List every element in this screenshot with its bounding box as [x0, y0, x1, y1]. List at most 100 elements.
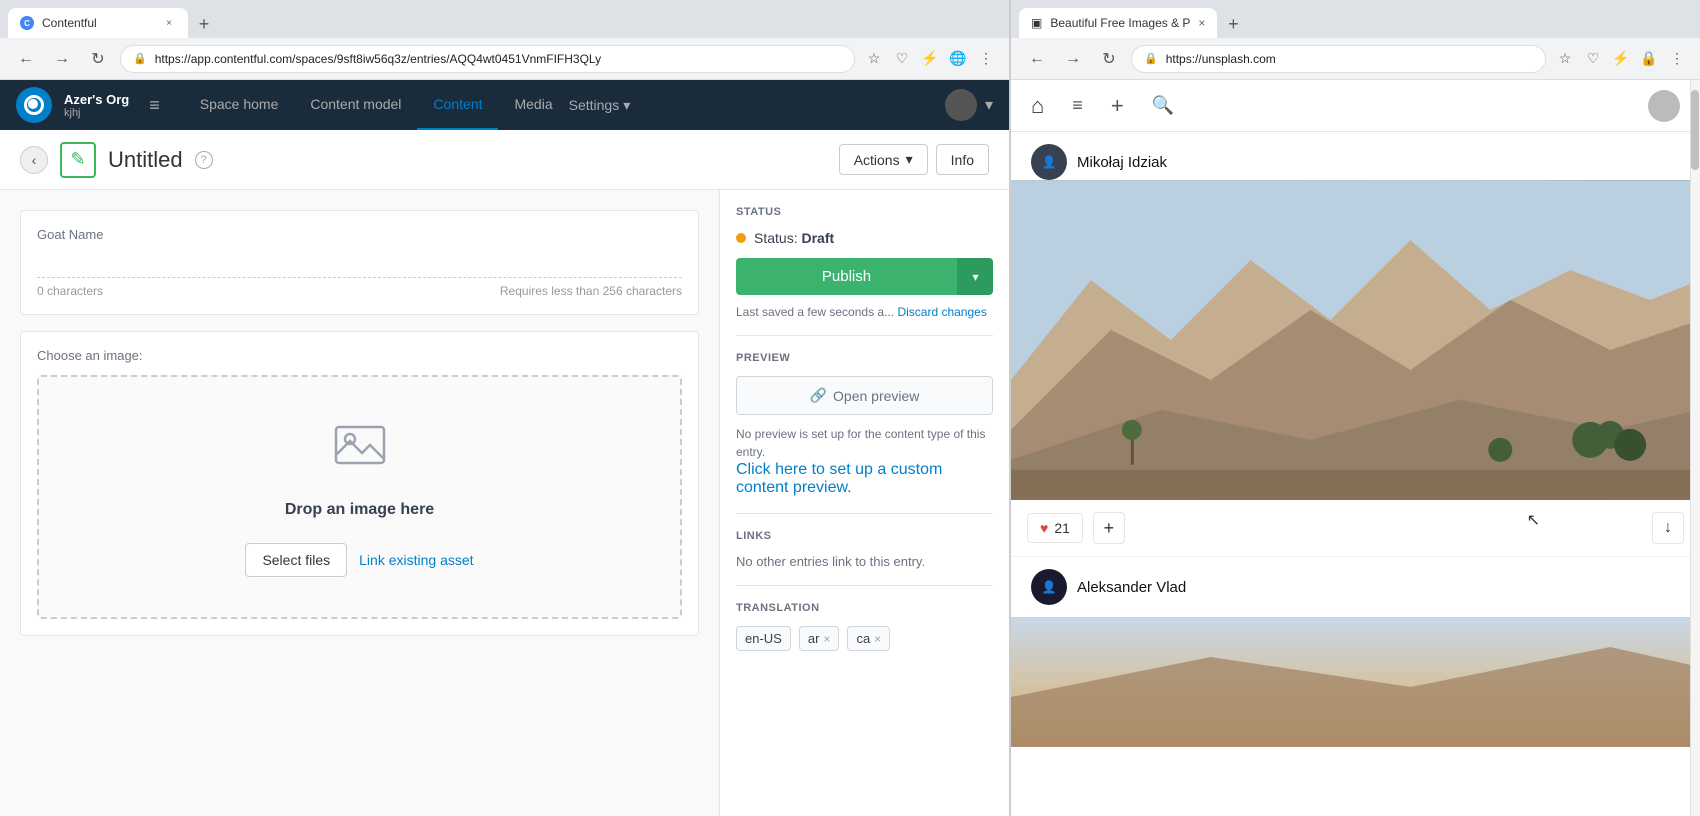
photo-actions: ♥ 21 + ↓ ↖ — [1011, 500, 1700, 557]
forward-button[interactable]: → — [48, 45, 76, 73]
nav-media[interactable]: Media — [498, 80, 568, 130]
right-heart-icon[interactable]: ♡ — [1582, 48, 1604, 70]
right-url-text: https://unsplash.com — [1166, 52, 1533, 66]
right-reload-button[interactable]: ↻ — [1095, 45, 1123, 73]
nav-links: Space home Content model Content Media S… — [184, 80, 945, 130]
lang-ar-close-icon[interactable]: × — [823, 632, 830, 646]
unsplash-content: ⌂ ≡ + 🔍 👤 Mikołaj Idziak — [1011, 80, 1700, 816]
drop-zone[interactable]: Drop an image here Select files Link exi… — [37, 375, 682, 619]
profile-icon[interactable]: 🌐 — [947, 48, 969, 70]
help-button[interactable]: ? — [195, 151, 213, 169]
nav-content[interactable]: Content — [417, 80, 498, 130]
user-menu-arrow[interactable]: ▾ — [985, 95, 993, 115]
extension-icon[interactable]: ⚡ — [919, 48, 941, 70]
right-profile-icon[interactable]: 🔒 — [1638, 48, 1660, 70]
setup-preview-link[interactable]: Click here to set up a custom content pr… — [736, 461, 942, 496]
discard-changes-link[interactable]: Discard changes — [897, 305, 986, 319]
char-count: 0 characters — [37, 284, 103, 298]
status-text: Status: Draft — [754, 230, 834, 246]
like-count: 21 — [1054, 520, 1070, 536]
tab-title: Contentful — [42, 16, 97, 30]
links-empty-text: No other entries link to this entry. — [736, 554, 993, 569]
goat-name-field-group: Goat Name 0 characters Requires less tha… — [20, 210, 699, 315]
bookmark-icon[interactable]: ☆ — [863, 48, 885, 70]
nav-content-model[interactable]: Content model — [294, 80, 417, 130]
status-section-title: STATUS — [736, 206, 993, 218]
right-address-actions: ☆ ♡ ⚡ 🔒 ⋮ — [1554, 48, 1688, 70]
lang-tag-ca: ca × — [847, 626, 890, 651]
right-new-tab-button[interactable]: + — [1219, 10, 1247, 38]
publish-arrow-button[interactable]: ▾ — [957, 258, 993, 295]
like-button[interactable]: ♥ 21 — [1027, 513, 1083, 543]
goat-name-input[interactable] — [37, 250, 682, 278]
unsplash-home-icon[interactable]: ⌂ — [1031, 93, 1044, 119]
unsplash-tab[interactable]: ▣ Beautiful Free Images & P × — [1019, 8, 1217, 38]
save-info: Last saved a few seconds a... Discard ch… — [736, 305, 993, 319]
right-scrollbar[interactable] — [1690, 80, 1700, 816]
lang-ca-close-icon[interactable]: × — [874, 632, 881, 646]
unsplash-layers-icon[interactable]: ≡ — [1072, 95, 1083, 116]
actions-label: Actions — [854, 152, 900, 168]
org-selector[interactable]: Azer's Org kjhj — [64, 92, 129, 119]
heart-icon[interactable]: ♡ — [891, 48, 913, 70]
actions-chevron-icon: ▾ — [906, 151, 913, 168]
unsplash-tab-title: Beautiful Free Images & P — [1050, 16, 1190, 30]
publish-btn-group: Publish ▾ — [736, 258, 993, 295]
photographer-2-initials: 👤 — [1042, 580, 1057, 594]
download-button[interactable]: ↓ — [1652, 512, 1684, 544]
select-files-button[interactable]: Select files — [245, 543, 347, 577]
url-text: https://app.contentful.com/spaces/9sft8i… — [155, 52, 842, 66]
nav-settings[interactable]: Settings ▾ — [569, 80, 631, 130]
publish-button[interactable]: Publish — [736, 258, 957, 295]
unsplash-user-avatar[interactable] — [1648, 90, 1680, 122]
entry-header: ‹ ✎ Untitled ? Actions ▾ Info — [0, 130, 1009, 190]
right-menu-icon[interactable]: ⋮ — [1666, 48, 1688, 70]
back-to-list-button[interactable]: ‹ — [20, 146, 48, 174]
nav-space-home[interactable]: Space home — [184, 80, 295, 130]
photographer-2-avatar: 👤 — [1031, 569, 1067, 605]
tab-close-btn[interactable]: × — [162, 16, 176, 30]
url-bar[interactable]: 🔒 https://app.contentful.com/spaces/9sft… — [120, 45, 855, 73]
contentful-tab[interactable]: C Contentful × — [8, 8, 188, 38]
entry-sidebar: STATUS Status: Draft Publish ▾ Last save… — [719, 190, 1009, 816]
status-value: Draft — [801, 230, 834, 246]
unsplash-add-icon[interactable]: + — [1111, 93, 1124, 119]
drop-zone-text: Drop an image here — [285, 501, 434, 519]
info-button[interactable]: Info — [936, 144, 989, 175]
right-extension-icon[interactable]: ⚡ — [1610, 48, 1632, 70]
image-placeholder-icon — [332, 417, 388, 485]
tab-bar: C Contentful × + — [0, 0, 1009, 38]
hamburger-menu[interactable]: ≡ — [149, 95, 160, 116]
contentful-favicon: C — [20, 16, 34, 30]
goat-name-label: Goat Name — [37, 227, 682, 242]
mountain-photo — [1011, 180, 1700, 500]
open-preview-button[interactable]: 🔗 Open preview — [736, 376, 993, 415]
link-asset-button[interactable]: Link existing asset — [359, 552, 473, 568]
links-section-title: LINKS — [736, 530, 993, 542]
lang-ar-label: ar — [808, 631, 820, 646]
save-time-text: Last saved a few seconds a... — [736, 305, 894, 319]
status-label: Status: — [754, 230, 798, 246]
menu-icon[interactable]: ⋮ — [975, 48, 997, 70]
right-url-bar[interactable]: 🔒 https://unsplash.com — [1131, 45, 1546, 73]
user-avatar[interactable] — [945, 89, 977, 121]
back-button[interactable]: ← — [12, 45, 40, 73]
unsplash-search-icon[interactable]: 🔍 — [1152, 95, 1174, 116]
right-scrollbar-thumb[interactable] — [1691, 90, 1699, 170]
preview-note: No preview is set up for the content typ… — [736, 425, 993, 461]
preview-section: PREVIEW 🔗 Open preview No preview is set… — [736, 352, 993, 514]
unsplash-tab-close[interactable]: × — [1198, 16, 1205, 30]
lang-en-us-label: en-US — [745, 631, 782, 646]
unsplash-nav: ⌂ ≡ + 🔍 — [1011, 80, 1700, 132]
reload-button[interactable]: ↻ — [84, 45, 112, 73]
right-forward-button[interactable]: → — [1059, 45, 1087, 73]
right-back-button[interactable]: ← — [1023, 45, 1051, 73]
new-tab-button[interactable]: + — [190, 10, 218, 38]
add-to-collection-button[interactable]: + — [1093, 512, 1125, 544]
lang-tag-ar: ar × — [799, 626, 840, 651]
right-bookmark-icon[interactable]: ☆ — [1554, 48, 1576, 70]
entry-fields: Goat Name 0 characters Requires less tha… — [0, 190, 719, 816]
photographer-1-info: 👤 Mikołaj Idziak — [1011, 132, 1700, 180]
actions-button[interactable]: Actions ▾ — [839, 144, 928, 175]
entry-body: Goat Name 0 characters Requires less tha… — [0, 190, 1009, 816]
